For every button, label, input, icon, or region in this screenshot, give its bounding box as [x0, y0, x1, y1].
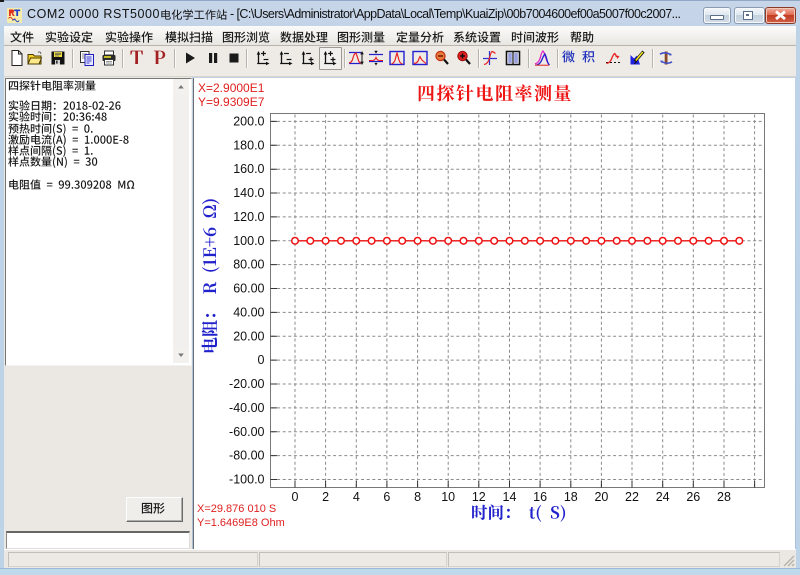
svg-text:26: 26	[686, 490, 700, 504]
svg-text:14: 14	[503, 490, 517, 504]
svg-text:0: 0	[258, 353, 265, 367]
svg-text:60.00: 60.00	[233, 282, 264, 296]
svg-text:-40.00: -40.00	[229, 401, 264, 415]
svg-text:16: 16	[533, 490, 547, 504]
svg-text:10: 10	[441, 490, 455, 504]
svg-text:80.00: 80.00	[233, 258, 264, 272]
svg-text:40.00: 40.00	[233, 305, 264, 319]
svg-text:120.0: 120.0	[233, 210, 264, 224]
svg-text:20: 20	[594, 490, 608, 504]
svg-text:22: 22	[625, 490, 639, 504]
svg-text:8: 8	[414, 490, 421, 504]
svg-text:-100.0: -100.0	[229, 473, 264, 487]
svg-text:24: 24	[656, 490, 670, 504]
svg-text:28: 28	[717, 490, 731, 504]
svg-text:-20.00: -20.00	[229, 377, 264, 391]
svg-text:-80.00: -80.00	[229, 449, 264, 463]
svg-text:18: 18	[564, 490, 578, 504]
svg-text:20.00: 20.00	[233, 329, 264, 343]
svg-text:180.0: 180.0	[233, 138, 264, 152]
svg-text:200.0: 200.0	[233, 114, 264, 128]
svg-text:100.0: 100.0	[233, 234, 264, 248]
svg-text:12: 12	[472, 490, 486, 504]
svg-text:-60.00: -60.00	[229, 425, 264, 439]
svg-text:160.0: 160.0	[233, 162, 264, 176]
svg-text:2: 2	[322, 490, 329, 504]
svg-text:0: 0	[292, 490, 299, 504]
svg-text:6: 6	[383, 490, 390, 504]
svg-text:4: 4	[353, 490, 360, 504]
svg-text:140.0: 140.0	[233, 186, 264, 200]
